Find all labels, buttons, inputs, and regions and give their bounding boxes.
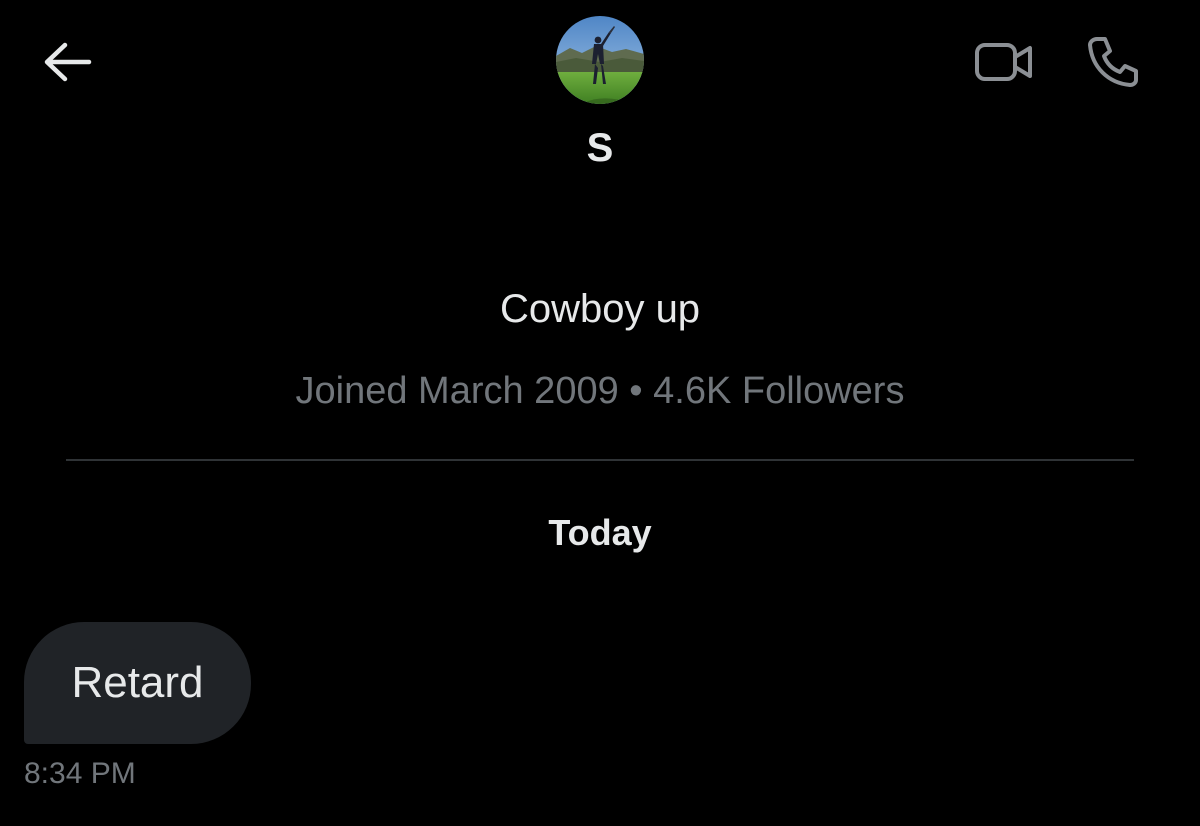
golfer-avatar-icon bbox=[556, 16, 644, 104]
back-button[interactable] bbox=[36, 34, 96, 90]
phone-icon bbox=[1088, 37, 1138, 87]
avatar[interactable] bbox=[556, 16, 644, 104]
message-text: Retard bbox=[71, 658, 204, 707]
arrow-left-icon bbox=[44, 42, 92, 82]
profile-meta: Joined March 2009 • 4.6K Followers bbox=[295, 370, 905, 412]
voice-call-button[interactable] bbox=[1080, 30, 1146, 92]
divider bbox=[66, 459, 1134, 461]
date-separator: Today bbox=[548, 512, 652, 553]
video-call-button[interactable] bbox=[968, 34, 1040, 90]
display-name[interactable]: S bbox=[0, 124, 1200, 172]
profile-bio: Cowboy up bbox=[499, 287, 701, 331]
message-timestamp: 8:34 PM bbox=[24, 757, 136, 790]
message-bubble-received[interactable]: Retard bbox=[24, 622, 251, 744]
video-camera-icon bbox=[975, 43, 1032, 81]
